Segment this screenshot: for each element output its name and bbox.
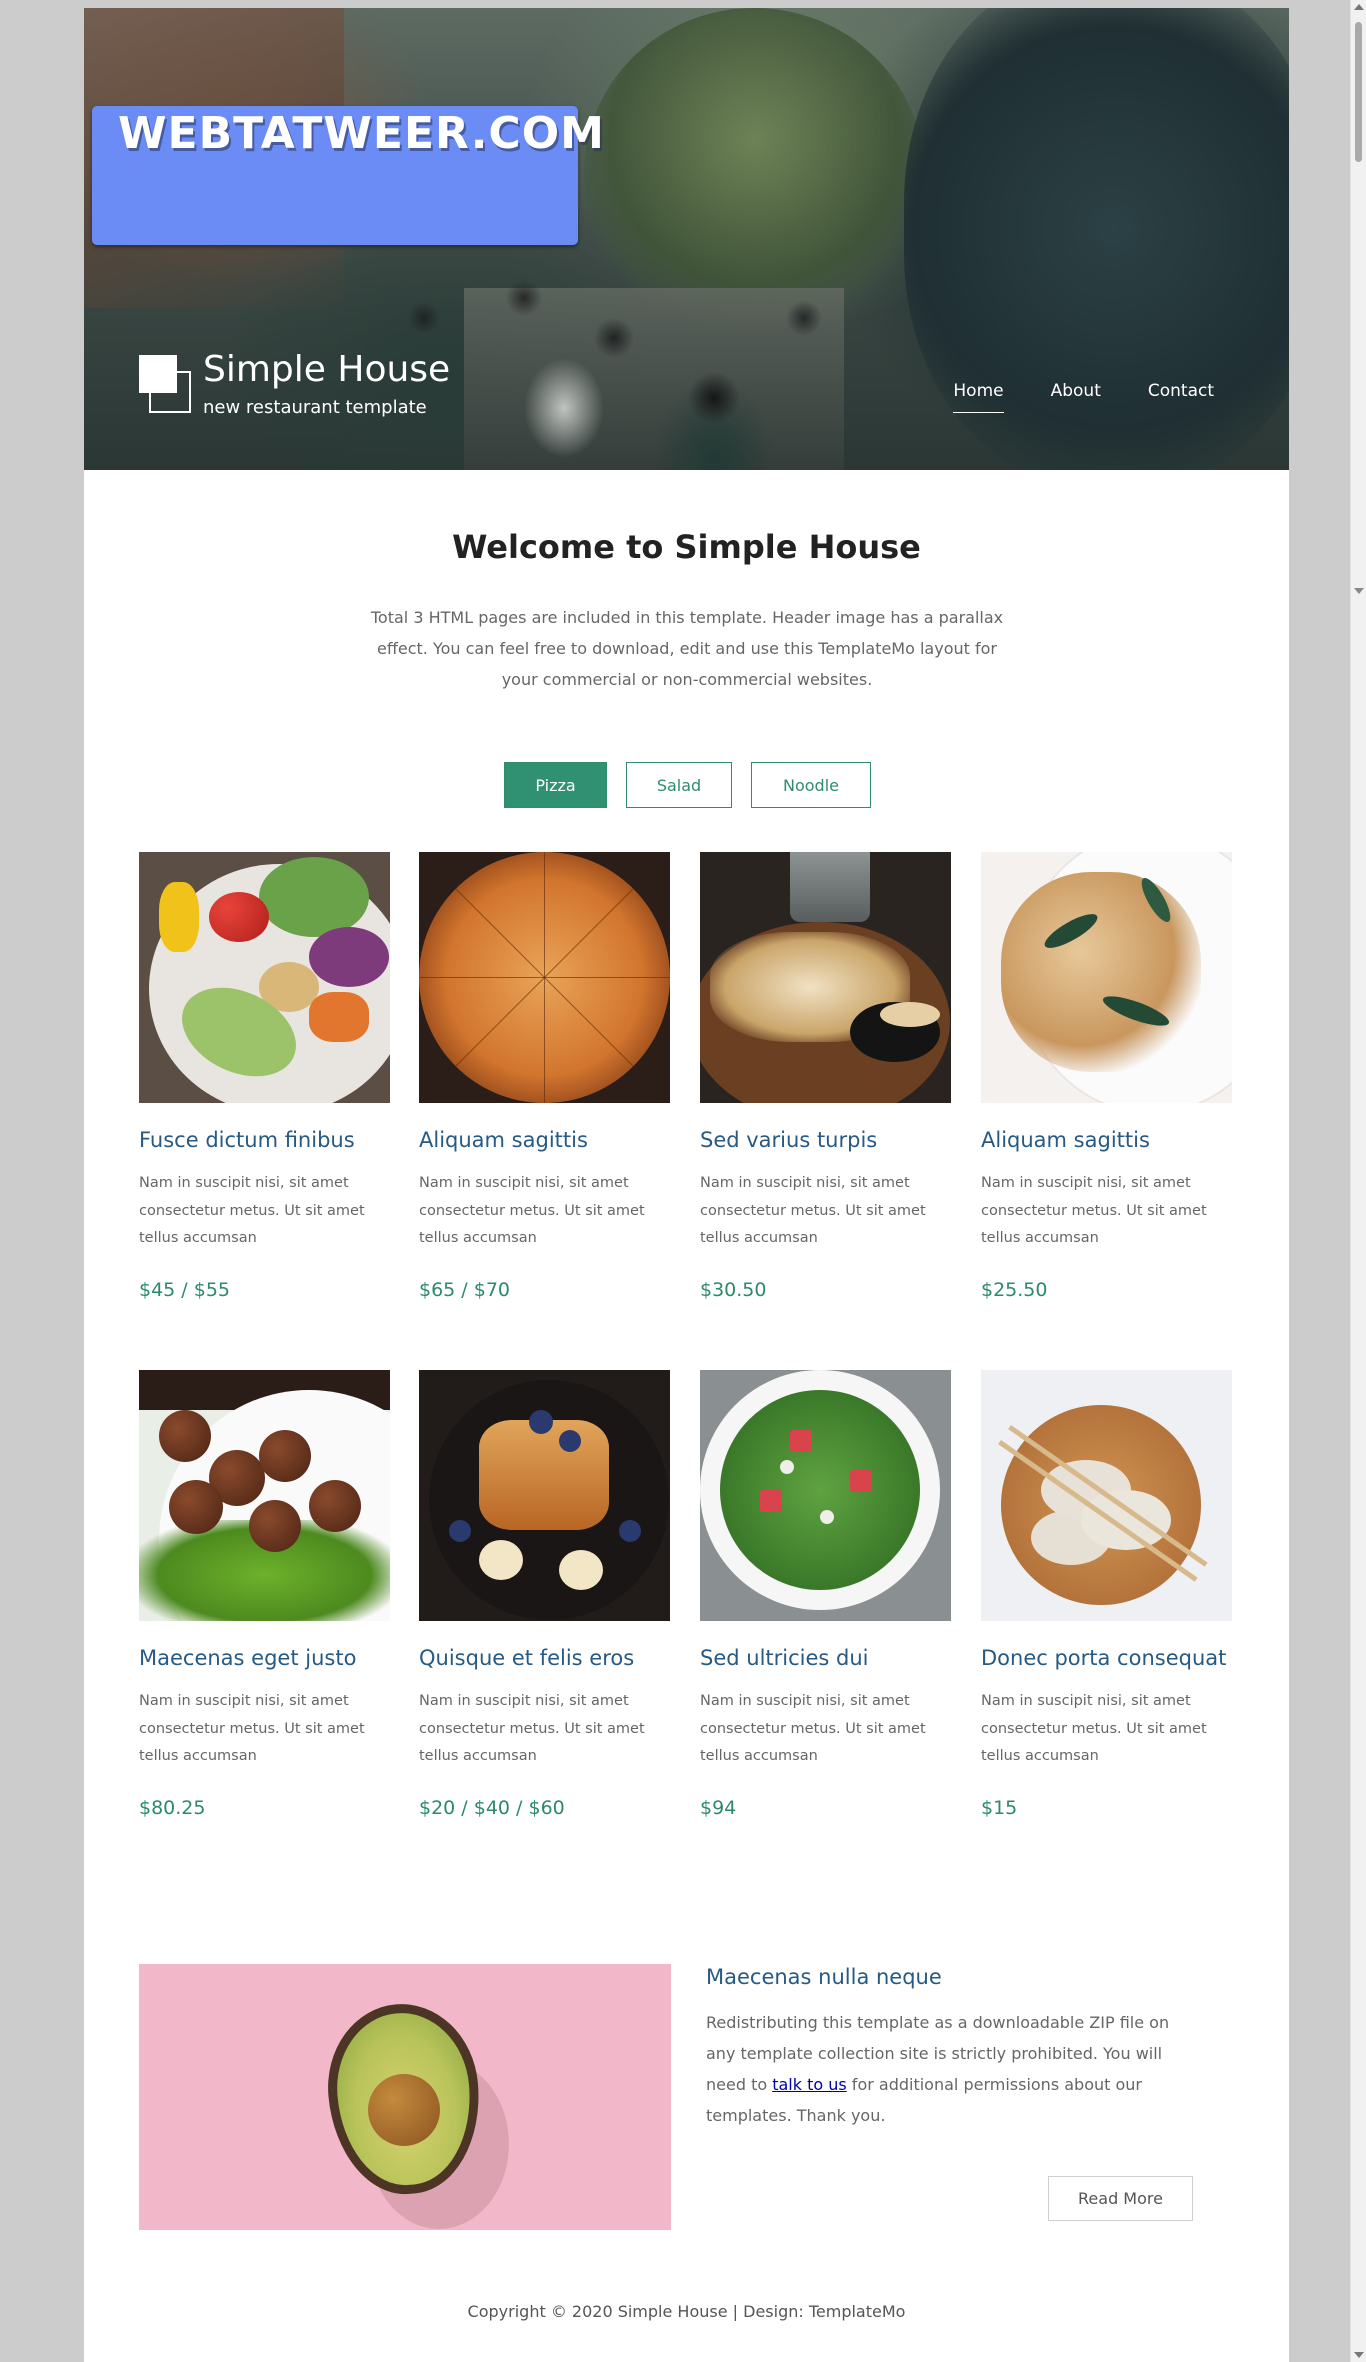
- menu-item-title: Fusce dictum finibus: [139, 1128, 355, 1152]
- menu-item-image[interactable]: [139, 1370, 390, 1621]
- menu-item-description: Nam in suscipit nisi, sit amet consectet…: [981, 1693, 1207, 1764]
- watermark-text: WEBTATWEER.COM: [118, 108, 605, 159]
- menu-item-card[interactable]: Aliquam sagittis Nam in suscipit nisi, s…: [981, 852, 1232, 1301]
- menu-item-title: Quisque et felis eros: [419, 1646, 635, 1670]
- feature-text: Redistributing this template as a downlo…: [706, 2007, 1176, 2131]
- scroll-down-arrow-icon[interactable]: [1354, 2352, 1364, 2358]
- window-scrollbar[interactable]: [1350, 0, 1366, 2362]
- menu-item-price: $15: [981, 1797, 1018, 1819]
- menu-item-card[interactable]: Maecenas eget justo Nam in suscipit nisi…: [139, 1370, 390, 1819]
- watermark-banner: WEBTATWEER.COM: [92, 106, 604, 245]
- menu-item-price: $65 / $70: [419, 1279, 511, 1301]
- page-container: WEBTATWEER.COM Simple House new restaura…: [84, 8, 1289, 2362]
- nav-contact[interactable]: Contact: [1148, 381, 1214, 413]
- welcome-title: Welcome to Simple House: [452, 528, 921, 566]
- menu-item-card[interactable]: Aliquam sagittis Nam in suscipit nisi, s…: [419, 852, 670, 1301]
- menu-tabs: Pizza Salad Noodle: [504, 762, 871, 808]
- menu-item-card[interactable]: Donec porta consequat Nam in suscipit ni…: [981, 1370, 1232, 1819]
- logo-icon: [139, 355, 193, 413]
- menu-item-price: $25.50: [981, 1279, 1048, 1301]
- menu-item-card[interactable]: Fusce dictum finibus Nam in suscipit nis…: [139, 852, 390, 1301]
- scrollbar-thumb[interactable]: [1355, 22, 1362, 162]
- tab-noodle[interactable]: Noodle: [751, 762, 871, 808]
- menu-item-card[interactable]: Quisque et felis eros Nam in suscipit ni…: [419, 1370, 670, 1819]
- menu-item-title: Maecenas eget justo: [139, 1646, 357, 1670]
- feature-title: Maecenas nulla neque: [706, 1965, 942, 1989]
- menu-item-description: Nam in suscipit nisi, sit amet consectet…: [981, 1175, 1207, 1246]
- tab-pizza[interactable]: Pizza: [504, 762, 607, 808]
- menu-item-price: $80.25: [139, 1797, 206, 1819]
- menu-item-image[interactable]: [700, 1370, 951, 1621]
- menu-item-price: $45 / $55: [139, 1279, 231, 1301]
- menu-item-title: Sed varius turpis: [700, 1128, 878, 1152]
- hero-diners-image: [384, 258, 884, 470]
- menu-item-card[interactable]: Sed ultricies dui Nam in suscipit nisi, …: [700, 1370, 951, 1819]
- menu-item-title: Sed ultricies dui: [700, 1646, 869, 1670]
- scroll-marker-icon: [1354, 588, 1364, 594]
- site-tagline: new restaurant template: [203, 397, 427, 418]
- menu-item-card[interactable]: Sed varius turpis Nam in suscipit nisi, …: [700, 852, 951, 1301]
- tab-salad[interactable]: Salad: [626, 762, 732, 808]
- menu-item-image[interactable]: [139, 852, 390, 1103]
- menu-item-description: Nam in suscipit nisi, sit amet consectet…: [700, 1175, 926, 1246]
- menu-item-description: Nam in suscipit nisi, sit amet consectet…: [139, 1693, 365, 1764]
- menu-item-description: Nam in suscipit nisi, sit amet consectet…: [419, 1175, 645, 1246]
- nav-home[interactable]: Home: [953, 381, 1004, 413]
- menu-item-price: $20 / $40 / $60: [419, 1797, 565, 1819]
- scroll-up-arrow-icon[interactable]: [1354, 4, 1364, 10]
- menu-item-title: Donec porta consequat: [981, 1646, 1227, 1670]
- menu-item-price: $30.50: [700, 1279, 767, 1301]
- menu-item-title: Aliquam sagittis: [419, 1128, 588, 1152]
- menu-item-image[interactable]: [419, 852, 670, 1103]
- footer-copyright: Copyright © 2020 Simple House | Design: …: [467, 2302, 906, 2321]
- talk-to-us-link[interactable]: talk to us: [772, 2075, 847, 2094]
- welcome-text: Total 3 HTML pages are included in this …: [370, 608, 1004, 689]
- menu-item-image[interactable]: [419, 1370, 670, 1621]
- hero-header: WEBTATWEER.COM Simple House new restaura…: [84, 8, 1289, 470]
- main-nav: Home About Contact: [953, 381, 1214, 413]
- menu-item-title: Aliquam sagittis: [981, 1128, 1150, 1152]
- menu-item-description: Nam in suscipit nisi, sit amet consectet…: [700, 1693, 926, 1764]
- nav-about[interactable]: About: [1051, 381, 1101, 413]
- menu-item-image[interactable]: [700, 852, 951, 1103]
- menu-item-image[interactable]: [981, 1370, 1232, 1621]
- menu-item-price: $94: [700, 1797, 737, 1819]
- site-title: Simple House: [203, 349, 451, 390]
- menu-item-image[interactable]: [981, 852, 1232, 1103]
- menu-item-description: Nam in suscipit nisi, sit amet consectet…: [139, 1175, 365, 1246]
- feature-avocado-image: [139, 1964, 671, 2230]
- read-more-button[interactable]: Read More: [1048, 2176, 1193, 2221]
- menu-item-description: Nam in suscipit nisi, sit amet consectet…: [419, 1693, 645, 1764]
